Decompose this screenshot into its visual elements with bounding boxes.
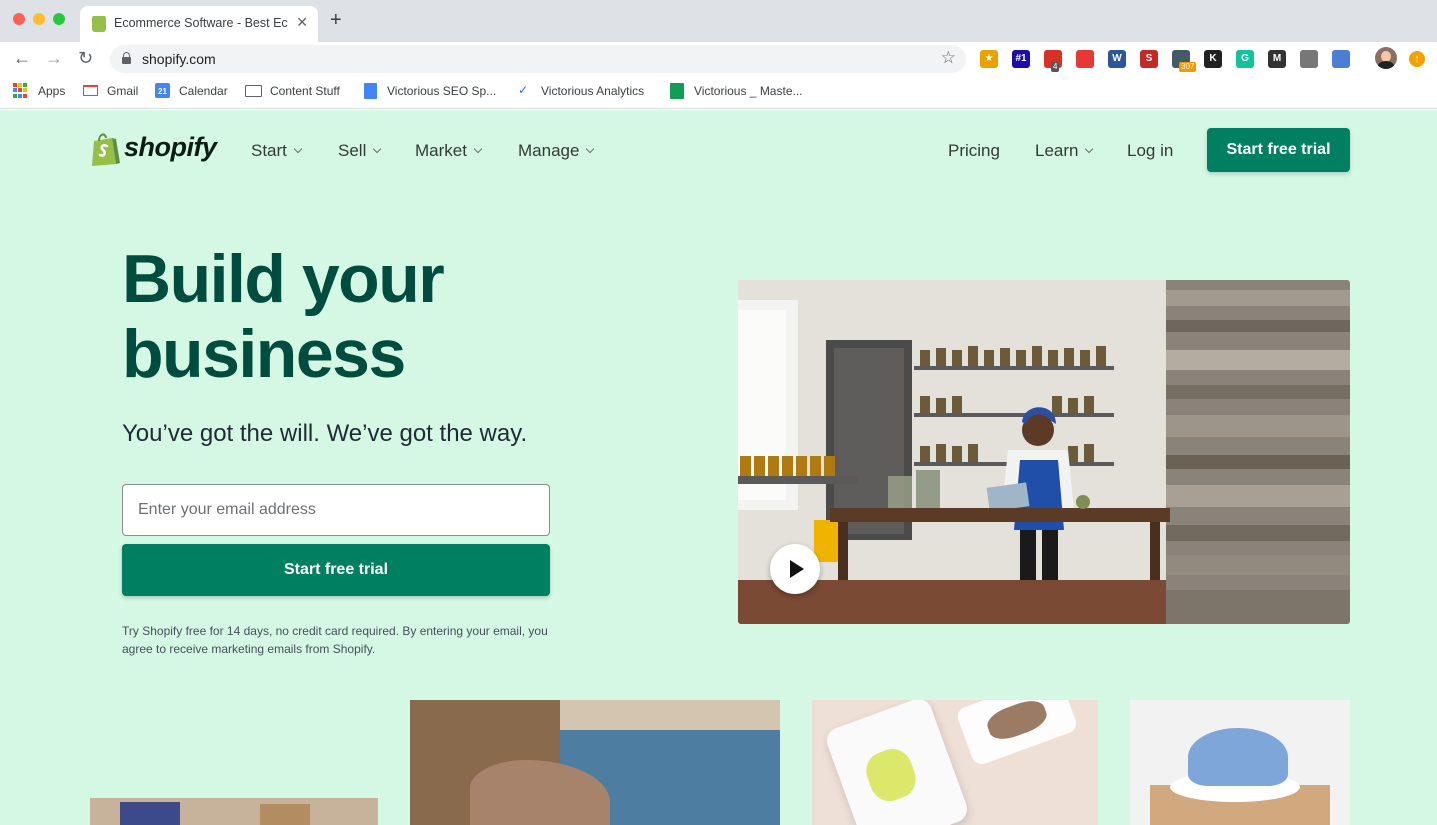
reload-button[interactable]: ↻ (78, 48, 93, 68)
shopify-favicon-icon (92, 16, 106, 32)
chevron-down-icon (586, 144, 595, 154)
play-video-button[interactable] (770, 544, 820, 594)
extension-badge: 4 (1051, 62, 1060, 72)
tab-close-icon[interactable]: ✕ (296, 14, 308, 31)
hero-title-line2: business (122, 316, 406, 392)
word-extension-icon[interactable]: W (1108, 50, 1126, 68)
card-image-woodworking (410, 700, 780, 825)
hero-title-line1: Build your (122, 241, 445, 317)
shopify-wordmark[interactable]: shopify (124, 132, 217, 163)
hashtag-extension-icon[interactable]: #1 (1012, 50, 1030, 68)
address-bar[interactable]: shopify.com ☆ (110, 45, 966, 73)
spiral-extension-icon[interactable] (1076, 50, 1094, 68)
nav-start[interactable]: Start (251, 141, 303, 161)
seo-extension-icon[interactable]: S (1140, 50, 1158, 68)
hero-title: Build your business (122, 242, 682, 392)
apps-grid-icon (13, 83, 28, 98)
gear-extension-icon[interactable] (1300, 50, 1318, 68)
shopify-page: shopify Start Sell Market Manage Pricing… (0, 110, 1437, 825)
nav-manage[interactable]: Manage (518, 141, 595, 161)
update-arrow-icon[interactable]: ↑ (1409, 51, 1425, 67)
calendar-icon: 21 (155, 83, 170, 98)
bookmark-victorious-seo[interactable]: Victorious SEO Sp... (387, 84, 496, 98)
nav-start-label: Start (251, 141, 287, 160)
nav-sell[interactable]: Sell (338, 141, 382, 161)
browser-tab-active[interactable]: Ecommerce Software - Best Ec ✕ (80, 6, 318, 42)
grammarly-extension-icon[interactable]: G (1236, 50, 1254, 68)
docs-icon (364, 83, 377, 99)
nav-start-free-trial-button[interactable]: Start free trial (1207, 128, 1350, 172)
hero-start-free-trial-button[interactable]: Start free trial (122, 544, 550, 596)
browser-tab-bar: Ecommerce Software - Best Ec ✕ + (0, 0, 1437, 42)
victorious-check-icon: ✓ (518, 83, 529, 97)
email-input[interactable] (122, 484, 550, 536)
gmail-icon (83, 85, 98, 96)
maximize-window-button[interactable] (53, 13, 65, 25)
tab-title: Ecommerce Software - Best Ec (114, 16, 288, 30)
nav-login[interactable]: Log in (1127, 141, 1173, 161)
chevron-down-icon (373, 144, 382, 154)
reader-extension-icon[interactable] (1332, 50, 1350, 68)
chevron-down-icon (473, 144, 483, 154)
bookmark-content-stuff[interactable]: Content Stuff (270, 84, 340, 98)
shopify-bag-logo-icon[interactable] (90, 132, 120, 166)
card-image-cap (1130, 700, 1350, 825)
k-extension-icon[interactable]: K (1204, 50, 1222, 68)
chevron-down-icon (293, 144, 303, 154)
star-extension-icon[interactable]: ★ (980, 50, 998, 68)
bookmark-star-icon[interactable]: ☆ (941, 48, 956, 68)
nav-market[interactable]: Market (415, 141, 483, 161)
folder-icon (245, 85, 262, 97)
card-image-warehouse (90, 798, 378, 825)
hero-disclaimer: Try Shopify free for 14 days, no credit … (122, 624, 548, 656)
bookmark-victorious-master[interactable]: Victorious _ Maste... (694, 84, 803, 98)
extension-badge: 307 (1179, 62, 1197, 72)
nav-market-label: Market (415, 141, 467, 160)
bookmark-victorious-analytics[interactable]: Victorious Analytics (541, 84, 644, 98)
bookmark-gmail[interactable]: Gmail (107, 84, 138, 98)
sheets-icon (670, 83, 684, 99)
nav-sell-label: Sell (338, 141, 367, 160)
nav-manage-label: Manage (518, 141, 580, 160)
url-text[interactable]: shopify.com (142, 51, 216, 67)
lock-icon (122, 52, 131, 64)
chevron-down-icon (1085, 144, 1094, 154)
close-window-button[interactable] (13, 13, 25, 25)
hero-video-thumbnail[interactable] (738, 280, 1350, 624)
back-button[interactable]: ← (13, 48, 31, 68)
card-image-online-store (812, 700, 1098, 825)
m-extension-icon[interactable]: M (1268, 50, 1286, 68)
bookmark-calendar[interactable]: Calendar (179, 84, 228, 98)
hero-photo-illustration (738, 280, 1350, 624)
nav-pricing[interactable]: Pricing (948, 141, 1000, 161)
forward-button[interactable]: → (45, 48, 63, 68)
minimize-window-button[interactable] (33, 13, 45, 25)
bookmarks-bar: Apps Gmail 21 Calendar Content Stuff Vic… (0, 76, 1437, 109)
bookmark-apps[interactable]: Apps (38, 84, 65, 98)
nav-learn-label: Learn (1035, 141, 1079, 160)
new-tab-button[interactable]: + (330, 10, 342, 30)
hero-subtitle: You’ve got the will. We’ve got the way. (122, 420, 528, 447)
nav-learn[interactable]: Learn (1035, 141, 1094, 161)
profile-avatar[interactable] (1375, 47, 1397, 69)
